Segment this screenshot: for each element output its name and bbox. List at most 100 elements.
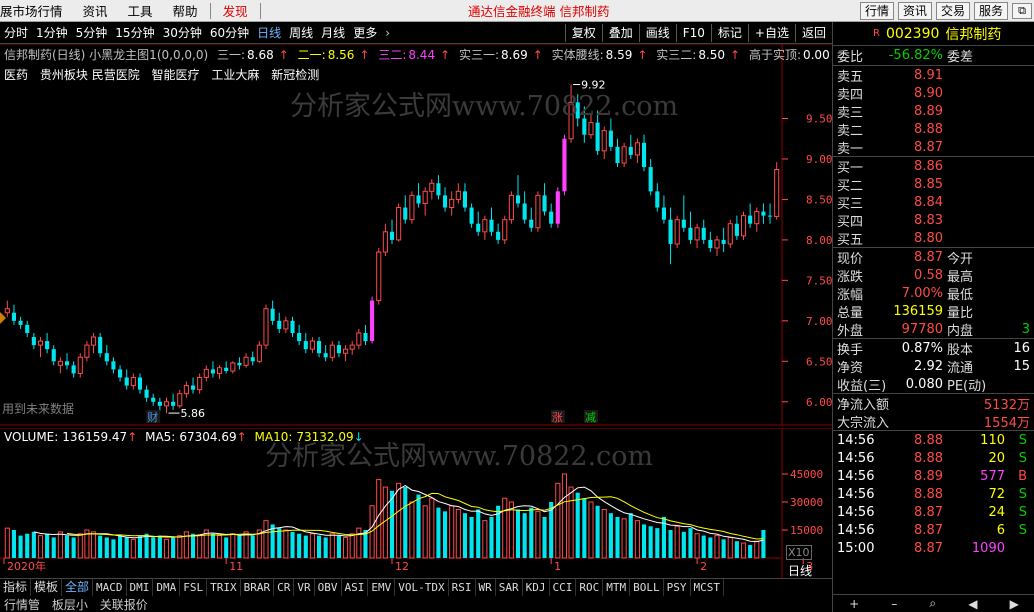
bid-level[interactable]: 买一 8.86 [833, 157, 1034, 176]
zoom-x10[interactable]: X10 [786, 545, 812, 560]
volume-chart[interactable]: 4500030000150002020年 11 12 1 2 3 [0, 428, 832, 578]
f10-button[interactable]: F10 [675, 24, 711, 42]
back-button[interactable]: 返回 [794, 24, 832, 42]
indicator-tab-rsi[interactable]: RSI [449, 579, 476, 596]
ask-level[interactable]: 卖四 8.90 [833, 84, 1034, 103]
period-weekly[interactable]: 周线 [285, 24, 317, 41]
indicator-tab-cr[interactable]: CR [274, 579, 295, 596]
period-60min[interactable]: 60分钟 [206, 24, 253, 41]
search-icon[interactable]: ⌕ [929, 596, 936, 611]
indicator-tab-obv[interactable]: OBV [315, 579, 342, 596]
mark-button[interactable]: 标记 [710, 24, 748, 42]
quote-stats: 现价 8.87 今开 涨跌 0.58 最高 涨幅 7.00% 最低 总量 136159 量比 外盘 977… [833, 248, 1034, 339]
ask-level[interactable]: 卖一 8.87 [833, 138, 1034, 157]
concept-tag[interactable]: 医药 [4, 68, 28, 82]
quote-row[interactable]: 涨幅 7.00% 最低 [833, 284, 1034, 303]
indicator-tab-kdj[interactable]: KDJ [523, 579, 550, 596]
next-icon[interactable]: ▶ [1010, 597, 1019, 611]
fundamental-row[interactable]: 收益(三) 0.080 PE(动) [833, 375, 1034, 394]
indicator-tab[interactable]: 指标 [0, 579, 32, 596]
bottom-tab[interactable]: 板层小 [52, 598, 88, 612]
period-5min[interactable]: 5分钟 [72, 24, 112, 41]
adjust-button[interactable]: 复权 [564, 24, 602, 42]
period-15min[interactable]: 15分钟 [111, 24, 158, 41]
ask-level[interactable]: 卖五 8.91 [833, 66, 1034, 85]
menu-help[interactable]: 帮助 [163, 1, 208, 20]
row-value-2: 16 [1013, 340, 1030, 356]
chevron-right-icon[interactable]: › [381, 26, 394, 40]
indicator-tab-mtm[interactable]: MTM [603, 579, 631, 596]
indicator-tab-psy[interactable]: PSY [664, 579, 691, 596]
indicator-tab-trix[interactable]: TRIX [207, 579, 241, 596]
period-timeshare[interactable]: 分时 [0, 24, 32, 41]
restore-window-icon[interactable]: ⧉ [1012, 3, 1032, 19]
fundamental-row[interactable]: 换手 0.87% 股本 16 [833, 339, 1034, 358]
concept-tag[interactable]: 智能医疗 [152, 68, 200, 82]
indicator-tab-roc[interactable]: ROC [576, 579, 604, 596]
period-30min[interactable]: 30分钟 [159, 24, 206, 41]
prev-icon[interactable]: ◀ [968, 597, 977, 611]
zoom-in-icon[interactable]: + [849, 597, 859, 611]
candle-body [144, 389, 149, 398]
volume-bar [708, 537, 713, 558]
candle-body [323, 353, 328, 358]
menu-news[interactable]: 资讯 [73, 1, 118, 20]
period-monthly[interactable]: 月线 [317, 24, 349, 41]
quote-row[interactable]: 涨跌 0.58 最高 [833, 266, 1034, 285]
indicator-tab-emv[interactable]: EMV [368, 579, 396, 596]
overlay-button[interactable]: 叠加 [601, 24, 639, 42]
concept-tag[interactable]: 贵州板块 [40, 68, 88, 82]
indicator-tab-sar[interactable]: SAR [496, 579, 523, 596]
period-more[interactable]: 更多 [349, 24, 381, 41]
menu-tools[interactable]: 工具 [118, 1, 163, 20]
indicator-tab-boll[interactable]: BOLL [630, 579, 664, 596]
draw-button[interactable]: 画线 [638, 24, 676, 42]
indicator-tab-dma[interactable]: DMA [153, 579, 181, 596]
bid-level[interactable]: 买四 8.83 [833, 211, 1034, 230]
volume-bar [31, 531, 36, 558]
bid-level[interactable]: 买五 8.80 [833, 229, 1034, 248]
indicator-tab-brar[interactable]: BRAR [241, 579, 275, 596]
indicator-tab-voltdx[interactable]: VOL-TDX [395, 579, 449, 596]
candle-body [455, 190, 461, 200]
indicator-tab-asi[interactable]: ASI [342, 579, 369, 596]
fundamental-row[interactable]: 净资 2.92 流通 15 [833, 357, 1034, 376]
menu-discover[interactable]: 发现 [213, 1, 258, 20]
add-watchlist-button[interactable]: +自选 [747, 24, 795, 42]
ask-level[interactable]: 卖三 8.89 [833, 102, 1034, 121]
bottom-tab[interactable]: 行情管 [4, 598, 40, 612]
bottom-tab[interactable]: 关联报价 [100, 598, 148, 612]
quote-button[interactable]: 行情 [859, 1, 894, 20]
concept-tag[interactable]: 新冠检测 [271, 68, 319, 82]
indicator-tab-cci[interactable]: CCI [550, 579, 577, 596]
quote-row[interactable]: 外盘 97780 内盘 3 [833, 320, 1034, 339]
candle-body [555, 191, 560, 224]
indicator-tab[interactable]: 模板 [31, 579, 63, 596]
row-value: 8.87 [914, 249, 943, 265]
volume-bar [668, 530, 673, 558]
trade-button[interactable]: 交易 [935, 1, 970, 20]
zoom-out-icon[interactable]: – [891, 597, 897, 611]
indicator-tab-wr[interactable]: WR [476, 579, 496, 596]
bid-level[interactable]: 买二 8.85 [833, 175, 1034, 194]
indicator-tab-mcst[interactable]: MCST [691, 579, 725, 596]
candle-body [243, 356, 249, 366]
news-button[interactable]: 资讯 [897, 1, 932, 20]
quote-row[interactable]: 现价 8.87 今开 [833, 248, 1034, 267]
period-daily[interactable]: 日线 [253, 24, 285, 41]
period-1min[interactable]: 1分钟 [32, 24, 72, 41]
indicator-tab[interactable]: 全部 [62, 579, 94, 596]
quote-row[interactable]: 总量 136159 量比 [833, 302, 1034, 321]
concept-tag[interactable]: 工业大麻 [211, 68, 259, 82]
indicator-tab-macd[interactable]: MACD [93, 579, 127, 596]
concept-tag[interactable]: 民营医院 [92, 68, 140, 82]
bid-level[interactable]: 买三 8.84 [833, 193, 1034, 212]
indicator-tab-vr[interactable]: VR [294, 579, 315, 596]
volume-bar [621, 518, 627, 559]
indicator-tab-fsl[interactable]: FSL [180, 579, 208, 596]
kline-chart[interactable]: 9.50 9.00 8.50 8.00 7.50 7.00 6.50 6.00 9.92 5.86… [0, 44, 832, 426]
ask-level[interactable]: 卖二 8.88 [833, 120, 1034, 139]
indicator-tab-dmi[interactable]: DMI [127, 579, 154, 596]
service-button[interactable]: 服务 [973, 1, 1008, 20]
menu-market[interactable]: 展市场行情 [0, 1, 73, 20]
